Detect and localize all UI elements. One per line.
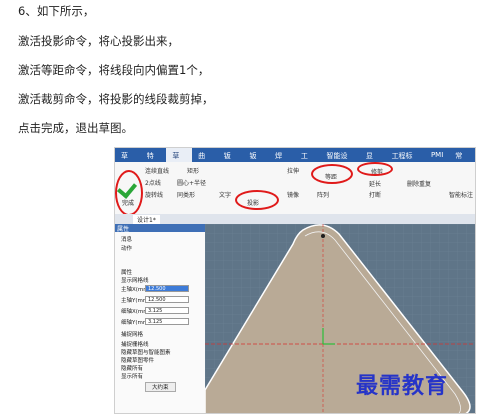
- menu-tab-6[interactable]: 焊接: [269, 148, 295, 170]
- instruction-step-title: 6、如下所示，: [18, 4, 95, 18]
- panel-item-message[interactable]: 消息: [121, 235, 132, 243]
- instruction-project: 激活投影命令，将心投影出来，: [18, 34, 179, 48]
- minor-x-input[interactable]: 3.125: [145, 307, 189, 314]
- major-x-input[interactable]: 12.500: [145, 285, 189, 292]
- panel-item-properties[interactable]: 属性: [121, 268, 132, 276]
- constraint-button[interactable]: 大约束: [145, 382, 176, 392]
- instruction-finish: 点击完成，退出草图。: [18, 121, 133, 135]
- option-hide-parts[interactable]: 隐藏草图零件: [121, 356, 154, 364]
- option-hide-all[interactable]: 隐藏所有: [121, 364, 143, 372]
- menu-tab-2[interactable]: 草图: [166, 148, 193, 170]
- highlight-finish: [115, 170, 143, 216]
- ribbon: 完成 草图 连续直线 矩形 2点线 圆心+半径 旋转线 同类形 文字 投影 绘制…: [115, 162, 475, 227]
- menu-tab-0[interactable]: 草图: [115, 148, 141, 170]
- ribbon-item-extend[interactable]: 拉伸: [287, 166, 299, 175]
- menu-tab-8[interactable]: 智能设计: [321, 148, 360, 170]
- menu-tab-5[interactable]: 钣金: [243, 148, 269, 170]
- highlight-project: [235, 190, 279, 210]
- ribbon-item-circle[interactable]: 圆心+半径: [177, 178, 206, 187]
- panel-title: 属性: [115, 224, 205, 233]
- ribbon-item-break[interactable]: 打断: [369, 190, 381, 199]
- major-y-input[interactable]: 12.500: [145, 296, 189, 303]
- document-tab[interactable]: 设计1*: [133, 215, 160, 224]
- minor-y-input[interactable]: 3.125: [145, 318, 189, 325]
- menu-tab-3[interactable]: 曲面: [192, 148, 218, 170]
- menu-tab-12[interactable]: 常用: [449, 148, 475, 170]
- menu-tab-10[interactable]: 工程标注: [386, 148, 425, 170]
- watermark: 最需教育: [356, 373, 449, 399]
- ribbon-item-extend2[interactable]: 延长: [369, 179, 381, 188]
- option-hide-smart[interactable]: 隐藏草图与智能图素: [121, 348, 171, 356]
- menu-tab-7[interactable]: 工具: [295, 148, 321, 170]
- property-panel: 属性 消息 动作 属性 显示网格线 主轴X(mm) 12.500 主轴Y(mm)…: [115, 224, 206, 413]
- highlight-trim: [357, 162, 393, 176]
- ribbon-item-array[interactable]: 阵列: [317, 190, 329, 199]
- panel-item-action[interactable]: 动作: [121, 244, 132, 252]
- smart-dimension-button[interactable]: 智能标注: [449, 190, 473, 199]
- ribbon-item-delete-dup[interactable]: 删除重复: [407, 179, 431, 188]
- menu-tab-4[interactable]: 钣金: [218, 148, 244, 170]
- option-show-all[interactable]: 显示所有: [121, 372, 143, 380]
- document-tab-bar: 设计1*: [115, 214, 475, 224]
- ribbon-item-rect[interactable]: 矩形: [187, 166, 199, 175]
- sketch-point: [321, 234, 325, 238]
- checkbox-show-grid[interactable]: 显示网格线: [121, 276, 149, 284]
- menu-bar: 草图特征草图曲面钣金钣金焊接工具智能设计显示工程标注PMI常用: [115, 148, 475, 170]
- ribbon-item-mirror[interactable]: 镜像: [287, 190, 299, 199]
- ribbon-item-line[interactable]: 连续直线: [145, 166, 169, 175]
- option-snap-grid[interactable]: 捕捉网格: [121, 330, 143, 338]
- instruction-offset: 激活等距命令，将线段向内偏置1个，: [18, 63, 210, 77]
- menu-tab-11[interactable]: PMI: [425, 148, 449, 162]
- option-snap-gridline[interactable]: 捕捉栅格线: [121, 340, 149, 348]
- ribbon-item-rotate[interactable]: 旋转线: [145, 190, 163, 199]
- ribbon-item-2pt[interactable]: 2点线: [145, 178, 161, 187]
- menu-tab-9[interactable]: 显示: [360, 148, 386, 170]
- ribbon-item-text[interactable]: 文字: [219, 190, 231, 199]
- instruction-trim: 激活裁剪命令，将投影的线段裁剪掉，: [18, 92, 214, 106]
- menu-tab-1[interactable]: 特征: [141, 148, 167, 170]
- ribbon-item-similar[interactable]: 同类形: [177, 190, 195, 199]
- highlight-offset: [311, 164, 353, 184]
